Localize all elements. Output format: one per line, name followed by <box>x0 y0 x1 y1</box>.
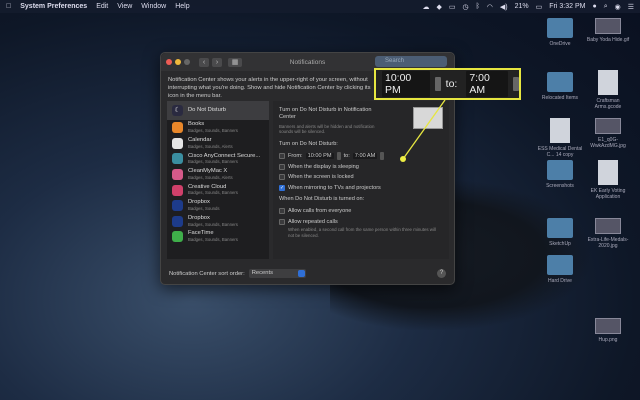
time-callout: 10:00 PM to: 7:00 AM <box>374 68 521 100</box>
callout-to-stepper <box>513 77 519 91</box>
callout-line <box>402 99 446 160</box>
callout-dot <box>400 156 406 162</box>
callout-from-stepper <box>435 77 441 91</box>
callout-to-label: to: <box>445 78 458 90</box>
callout-to-time: 7:00 AM <box>466 71 509 97</box>
callout-from-time: 10:00 PM <box>382 71 431 97</box>
